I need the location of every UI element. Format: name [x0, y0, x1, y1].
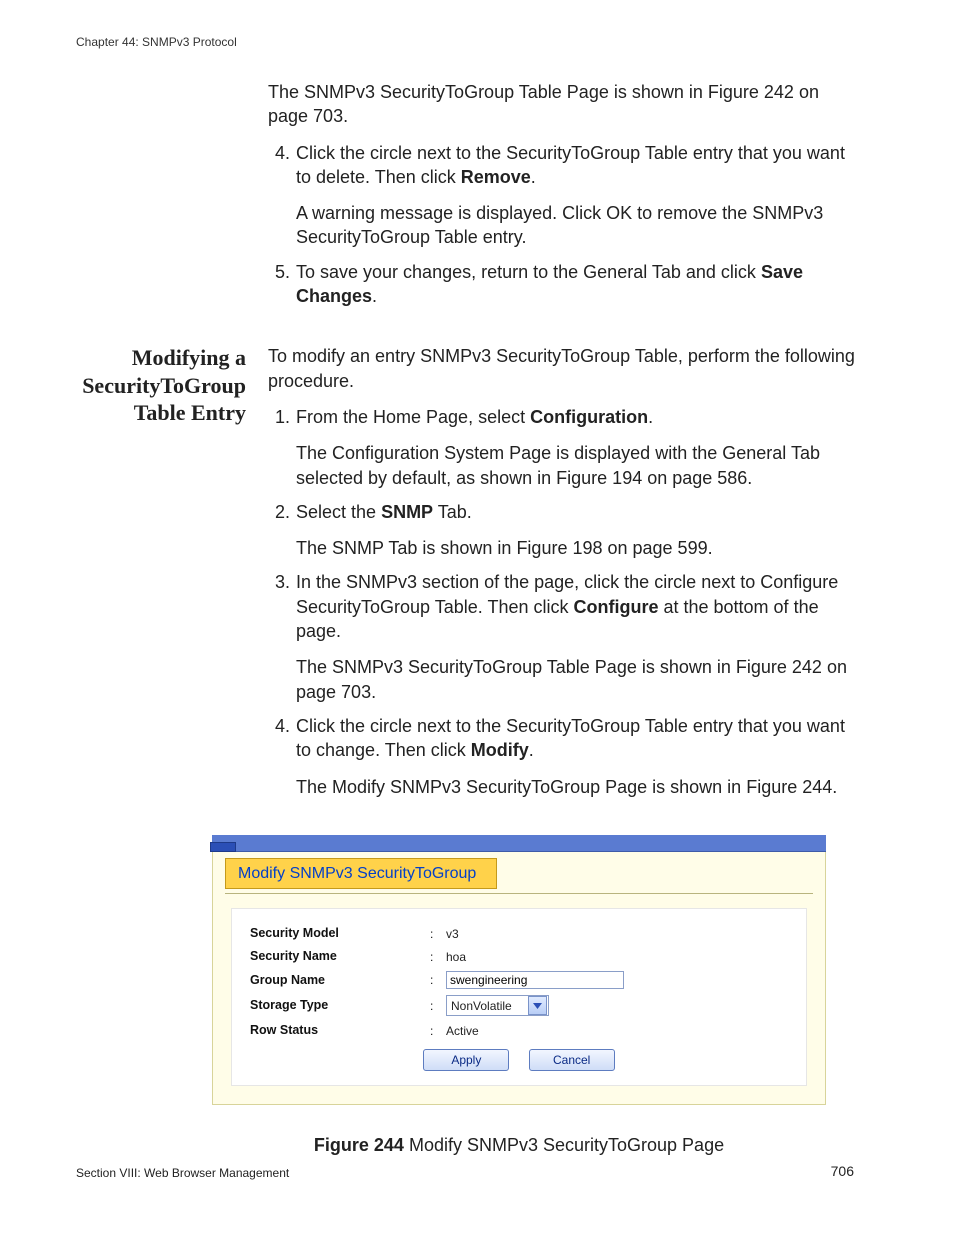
storage-type-select[interactable]: NonVolatile: [446, 995, 549, 1016]
text-run: Click the circle next to the SecurityToG…: [296, 716, 845, 760]
figure-244: Modify SNMPv3 SecurityToGroup Security M…: [212, 835, 826, 1158]
step-text: Click the circle next to the SecurityToG…: [296, 141, 856, 190]
step-number: 4.: [268, 714, 292, 799]
row-row-status: Row Status : Active: [250, 1022, 788, 1039]
figure-caption-text: Modify SNMPv3 SecurityToGroup Page: [404, 1135, 724, 1155]
panel-divider: [225, 893, 813, 894]
step-text: From the Home Page, select Configuration…: [296, 405, 856, 429]
storage-type-selected: NonVolatile: [447, 997, 527, 1015]
label-security-name: Security Name: [250, 948, 430, 965]
figure-label: Figure 244: [314, 1135, 404, 1155]
text-run: .: [529, 740, 534, 760]
step-number: 5.: [268, 260, 292, 309]
step-followup: A warning message is displayed. Click OK…: [296, 201, 856, 250]
colon: :: [430, 949, 442, 965]
label-storage-type: Storage Type: [250, 997, 430, 1014]
value-row-status: Active: [442, 1023, 788, 1039]
footer-left: Section VIII: Web Browser Management: [76, 1165, 289, 1181]
row-group-name: Group Name :: [250, 971, 788, 989]
panel-title: Modify SNMPv3 SecurityToGroup: [225, 858, 497, 890]
top-steps: 4. Click the circle next to the Security…: [268, 141, 856, 309]
step-followup: The Configuration System Page is display…: [296, 441, 856, 490]
row-storage-type: Storage Type : NonVolatile: [250, 995, 788, 1016]
continuation-block: The SNMPv3 SecurityToGroup Table Page is…: [76, 80, 856, 318]
step-1: 1. From the Home Page, select Configurat…: [268, 405, 856, 490]
button-row: Apply Cancel: [250, 1049, 788, 1071]
row-security-model: Security Model : v3: [250, 925, 788, 942]
cancel-button[interactable]: Cancel: [529, 1049, 615, 1071]
text-run: .: [648, 407, 653, 427]
running-head: Chapter 44: SNMPv3 Protocol: [76, 34, 237, 50]
value-security-name: hoa: [442, 949, 788, 965]
top-step-5: 5. To save your changes, return to the G…: [268, 260, 856, 309]
form-area: Security Model : v3 Security Name : hoa …: [231, 908, 807, 1086]
bold-run: Remove: [461, 167, 531, 187]
value-security-model: v3: [442, 926, 788, 942]
chevron-down-icon[interactable]: [528, 996, 547, 1015]
text-run: Click the circle next to the SecurityToG…: [296, 143, 845, 187]
label-security-model: Security Model: [250, 925, 430, 942]
text-run: Tab.: [433, 502, 472, 522]
bold-run: Configure: [573, 597, 658, 617]
colon: :: [430, 926, 442, 942]
intro-para: The SNMPv3 SecurityToGroup Table Page is…: [268, 80, 856, 129]
colon: :: [430, 1023, 442, 1039]
apply-button[interactable]: Apply: [423, 1049, 509, 1071]
figure-caption: Figure 244 Modify SNMPv3 SecurityToGroup…: [212, 1133, 826, 1157]
text-run: To save your changes, return to the Gene…: [296, 262, 761, 282]
colon: :: [430, 972, 442, 988]
bold-run: SNMP: [381, 502, 433, 522]
text-run: .: [531, 167, 536, 187]
step-text: In the SNMPv3 section of the page, click…: [296, 570, 856, 643]
step-3: 3. In the SNMPv3 section of the page, cl…: [268, 570, 856, 703]
label-row-status: Row Status: [250, 1022, 430, 1039]
step-followup: The SNMPv3 SecurityToGroup Table Page is…: [296, 655, 856, 704]
text-run: .: [372, 286, 377, 306]
content-area: The SNMPv3 SecurityToGroup Table Page is…: [76, 80, 856, 1158]
page: Chapter 44: SNMPv3 Protocol The SNMPv3 S…: [0, 0, 954, 1235]
step-text: Click the circle next to the SecurityToG…: [296, 714, 856, 763]
section-heading: Modifying a SecurityToGroup Table Entry: [76, 344, 246, 808]
step-followup: The SNMP Tab is shown in Figure 198 on p…: [296, 536, 856, 560]
page-number: 706: [831, 1162, 854, 1181]
step-followup: The Modify SNMPv3 SecurityToGroup Page i…: [296, 775, 856, 799]
section-modifying: Modifying a SecurityToGroup Table Entry …: [76, 344, 856, 808]
group-name-input[interactable]: [446, 971, 624, 989]
section-intro: To modify an entry SNMPv3 SecurityToGrou…: [268, 344, 856, 393]
text-run: From the Home Page, select: [296, 407, 530, 427]
window-tab-strip: [212, 835, 826, 852]
step-text: To save your changes, return to the Gene…: [296, 260, 856, 309]
top-step-4: 4. Click the circle next to the Security…: [268, 141, 856, 250]
text-run: Select the: [296, 502, 381, 522]
step-number: 2.: [268, 500, 292, 561]
step-text: Select the SNMP Tab.: [296, 500, 856, 524]
procedure-steps: 1. From the Home Page, select Configurat…: [268, 405, 856, 799]
panel: Modify SNMPv3 SecurityToGroup Security M…: [212, 852, 826, 1105]
row-security-name: Security Name : hoa: [250, 948, 788, 965]
label-group-name: Group Name: [250, 972, 430, 989]
step-number: 4.: [268, 141, 292, 250]
window-tab-icon: [210, 842, 236, 852]
step-4: 4. Click the circle next to the Security…: [268, 714, 856, 799]
step-number: 3.: [268, 570, 292, 703]
bold-run: Modify: [471, 740, 529, 760]
step-number: 1.: [268, 405, 292, 490]
bold-run: Configuration: [530, 407, 648, 427]
step-2: 2. Select the SNMP Tab. The SNMP Tab is …: [268, 500, 856, 561]
colon: :: [430, 998, 442, 1014]
